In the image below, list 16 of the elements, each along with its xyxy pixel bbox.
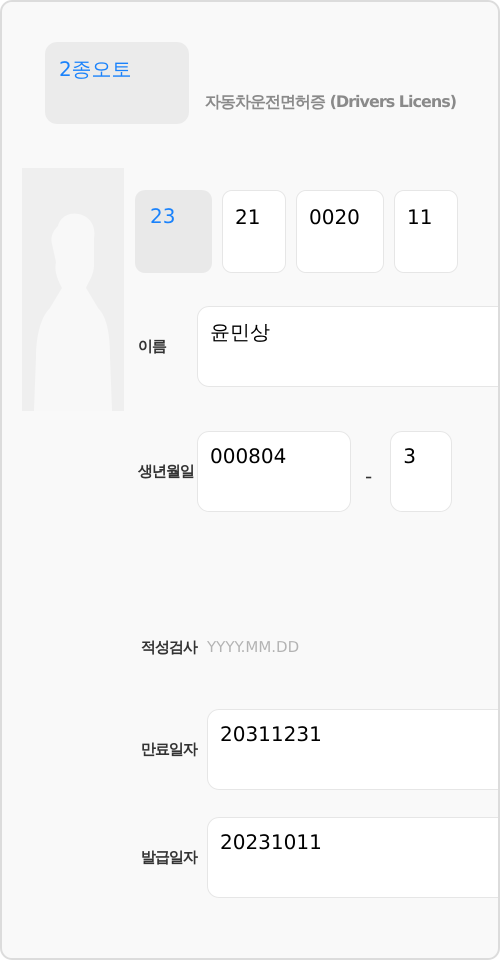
birth-date-label: 생년월일 (137, 462, 195, 481)
name-field[interactable]: 윤민상 (197, 306, 498, 387)
expiry-date-label: 만료일자 (140, 740, 198, 759)
aptitude-test-field[interactable]: YYYY.MM.DD (207, 638, 347, 656)
issue-date-field[interactable]: 20231011 (207, 817, 498, 898)
gender-digit-field[interactable]: 3 (390, 431, 452, 512)
separator-dash: - (365, 464, 372, 488)
license-number-field[interactable]: 21 (222, 190, 286, 273)
issue-date-label: 발급일자 (140, 848, 198, 867)
birth-date-field[interactable]: 000804 (197, 431, 351, 512)
license-number-field[interactable]: 0020 (296, 190, 384, 273)
expiry-date-field[interactable]: 20311231 (207, 709, 498, 790)
license-number-field[interactable]: 11 (394, 190, 458, 273)
name-label: 이름 (137, 337, 168, 356)
form-title: 자동차운전면허증 (Drivers Licens) (205, 92, 456, 113)
aptitude-test-label: 적성검사 (140, 638, 198, 656)
